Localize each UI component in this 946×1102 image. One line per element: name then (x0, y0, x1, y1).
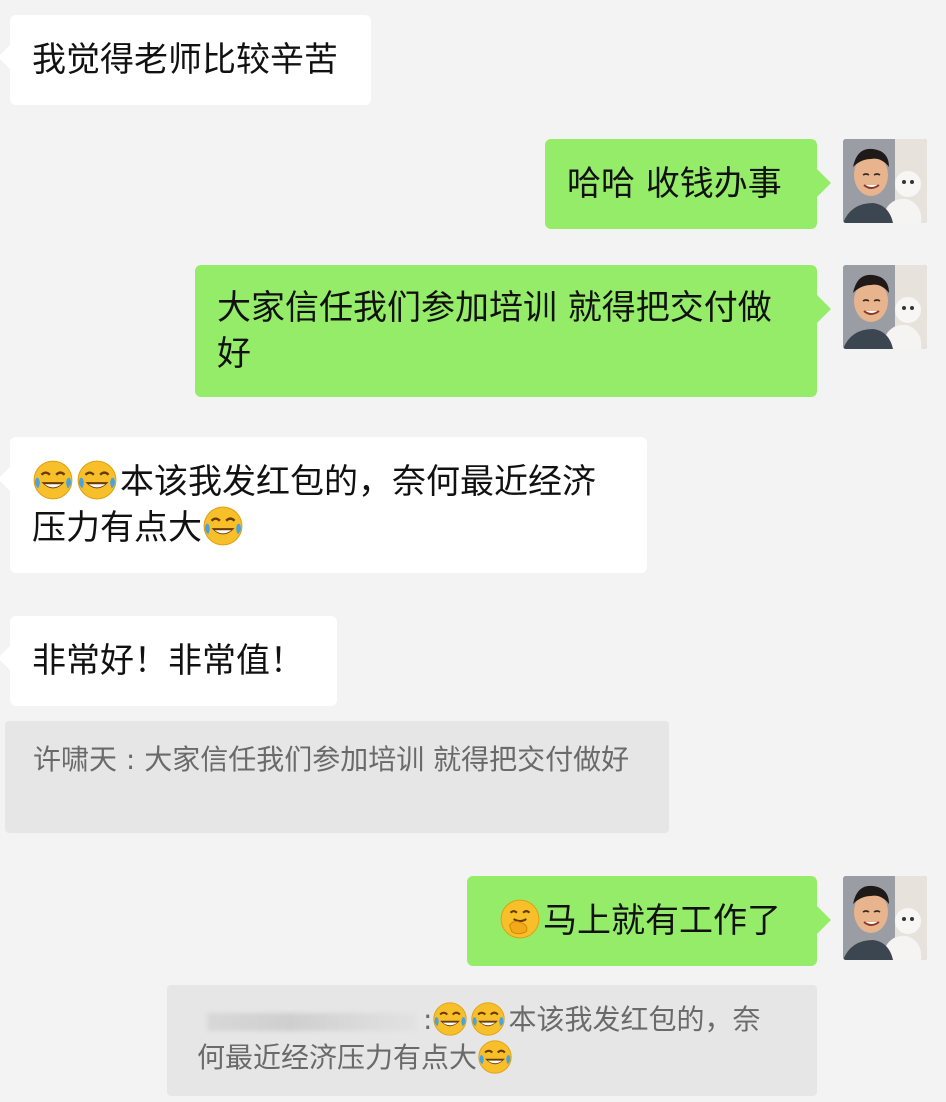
message-text: 大家信任我们参加培训 就得把交付做好 (217, 288, 772, 374)
face-with-tears-of-joy-icon (76, 459, 118, 501)
face-with-hand-over-mouth-icon (499, 898, 541, 940)
redacted-sender-name (207, 1013, 417, 1031)
message-bubble: 马上就有工作了 (467, 876, 831, 966)
message-bubble: 哈哈 收钱办事 (545, 139, 831, 229)
face-with-tears-of-joy-icon (470, 1001, 506, 1037)
message-bubble: 大家信任我们参加培训 就得把交付做好 (195, 265, 831, 397)
quoted-message[interactable]: 许啸天 : 大家信任我们参加培训 就得把交付做好 (5, 721, 669, 833)
face-with-tears-of-joy-icon (477, 1039, 513, 1075)
face-with-tears-of-joy-icon (32, 459, 74, 501)
message-bubble: 本该我发红包的，奈何最近经济压力有点大 (0, 437, 647, 573)
message-text: 马上就有工作了 (543, 901, 781, 941)
face-with-tears-of-joy-icon (202, 505, 244, 547)
quote-text: 何最近经济压力有点大 (197, 1041, 478, 1074)
user-avatar[interactable] (843, 876, 927, 960)
quote-separator: : (423, 1003, 433, 1036)
user-avatar[interactable] (843, 265, 927, 349)
face-with-tears-of-joy-icon (432, 1001, 468, 1037)
message-text: 本该我发红包的，奈何最近经济 (120, 462, 596, 502)
quoted-message[interactable]: : 本该我发红包的，奈 何最近经济压力有点大 (167, 985, 817, 1096)
message-text: 压力有点大 (32, 508, 202, 548)
quote-text: 本该我发红包的，奈 (508, 1003, 761, 1036)
message-bubble: 非常好！非常值！ (0, 616, 337, 706)
message-text: 哈哈 收钱办事 (567, 164, 782, 204)
message-text: 非常好！非常值！ (32, 641, 304, 681)
message-text: 我觉得老师比较辛苦 (32, 40, 338, 80)
message-bubble: 我觉得老师比较辛苦 (0, 15, 371, 105)
quote-text: 许啸天 : 大家信任我们参加培训 就得把交付做好 (33, 743, 630, 776)
user-avatar[interactable] (843, 139, 927, 223)
